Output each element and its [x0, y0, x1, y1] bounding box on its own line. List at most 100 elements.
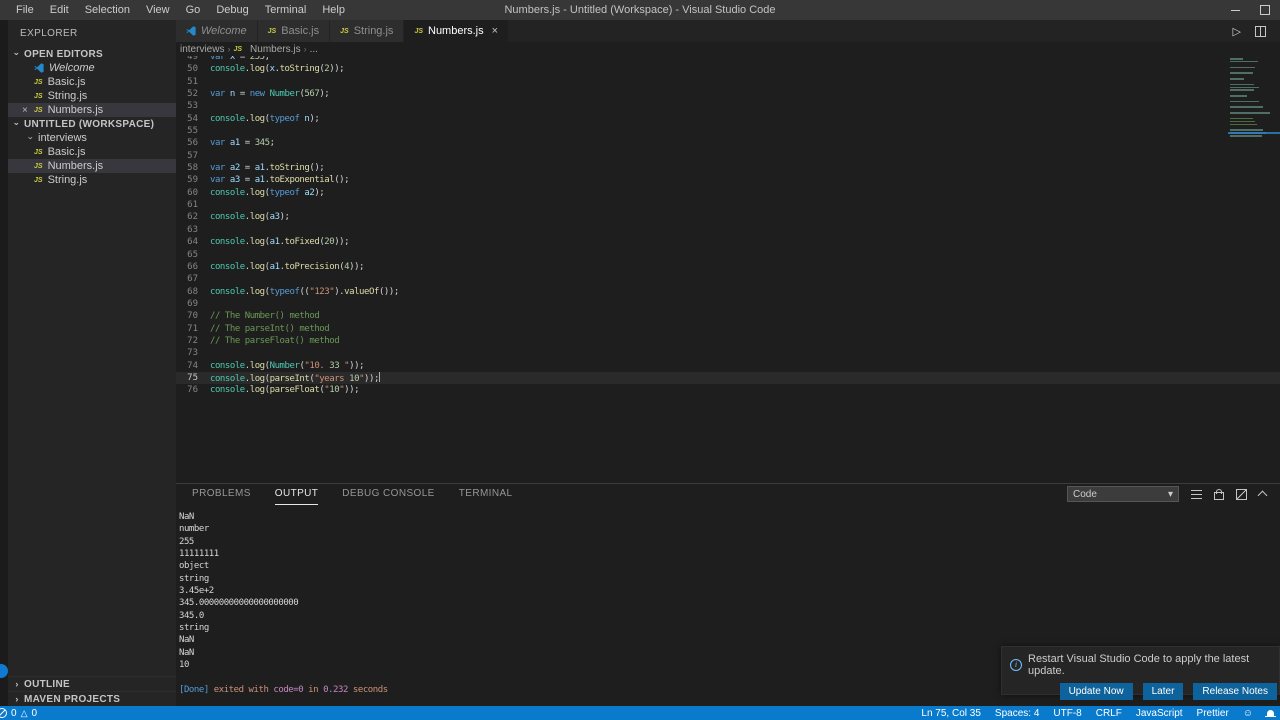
open-editor-basic-js[interactable]: JS Basic.js: [8, 75, 176, 89]
output-line: 3.45e+2: [179, 586, 214, 597]
workspace-header[interactable]: › UNTITLED (WORKSPACE): [8, 117, 176, 131]
status-spaces--4[interactable]: Spaces: 4: [995, 708, 1039, 719]
tab-welcome[interactable]: Welcome: [176, 20, 257, 42]
menu-help[interactable]: Help: [314, 0, 353, 20]
status-crlf[interactable]: CRLF: [1096, 708, 1122, 719]
breadcrumb-folder[interactable]: interviews: [180, 44, 224, 55]
code-line[interactable]: 69: [176, 298, 1280, 310]
run-button[interactable]: ▷: [1233, 25, 1241, 38]
code-line[interactable]: 68 console.log(typeof(("123").valueOf());: [176, 286, 1280, 298]
code-line[interactable]: 60 console.log(typeof a2);: [176, 187, 1280, 199]
token: log: [249, 373, 265, 384]
code-line[interactable]: 62 console.log(a3);: [176, 211, 1280, 223]
feedback-smiley-icon[interactable]: ☺: [1243, 708, 1253, 719]
bell-icon[interactable]: [1265, 710, 1276, 717]
code-line[interactable]: 72 // The parseFloat() method: [176, 335, 1280, 347]
section-label: MAVEN PROJECTS: [24, 693, 121, 705]
restore-icon[interactable]: [1250, 0, 1280, 20]
menu-selection[interactable]: Selection: [77, 0, 138, 20]
section-maven-projects[interactable]: › MAVEN PROJECTS: [8, 691, 176, 706]
status-prettier[interactable]: Prettier: [1197, 708, 1229, 719]
clear-output-icon[interactable]: [1236, 488, 1247, 500]
tab-string-js[interactable]: JS String.js: [330, 20, 404, 42]
code-line[interactable]: 56 var a1 = 345;: [176, 137, 1280, 149]
line-number: 72: [187, 335, 198, 346]
menu-terminal[interactable]: Terminal: [257, 0, 315, 20]
text-cursor: [378, 371, 380, 382]
maximize-panel-icon[interactable]: [1257, 490, 1268, 501]
code-line[interactable]: 57: [176, 150, 1280, 162]
code-line[interactable]: 55: [176, 125, 1280, 137]
folder-interviews[interactable]: › interviews: [8, 131, 176, 145]
code-line[interactable]: 74 console.log(Number("10. 33 "));: [176, 360, 1280, 372]
status-utf-8[interactable]: UTF-8: [1053, 708, 1081, 719]
close-icon[interactable]: ×: [492, 25, 498, 37]
minimap[interactable]: [1228, 56, 1280, 176]
code-line[interactable]: 73: [176, 347, 1280, 359]
open-log-file-icon[interactable]: [1191, 489, 1202, 499]
minimap-line: [1230, 77, 1244, 80]
split-editor-icon[interactable]: [1255, 25, 1266, 37]
menu-debug[interactable]: Debug: [208, 0, 256, 20]
minimap-line: [1230, 117, 1254, 120]
problems-status[interactable]: 0 △ 0: [0, 708, 37, 719]
code-line[interactable]: 66 console.log(a1.toPrecision(4));: [176, 261, 1280, 273]
menu-edit[interactable]: Edit: [42, 0, 77, 20]
code-line[interactable]: 53: [176, 100, 1280, 112]
lock-scroll-icon[interactable]: [1214, 489, 1224, 500]
code-line[interactable]: 61: [176, 199, 1280, 211]
code-line[interactable]: 65: [176, 249, 1280, 261]
open-editors-header[interactable]: › OPEN EDITORS: [8, 47, 176, 61]
code-line[interactable]: 71 // The parseInt() method: [176, 323, 1280, 335]
editor-actions: ▷: [1233, 20, 1280, 42]
menu-file[interactable]: File: [8, 0, 42, 20]
breadcrumb[interactable]: interviews › JS Numbers.js › ...: [176, 42, 1280, 56]
code-line[interactable]: 58 var a2 = a1.toString();: [176, 162, 1280, 174]
code-editor[interactable]: 49 var x = 255; 50 console.log(x.toString(2…: [176, 56, 1280, 484]
breadcrumb-file[interactable]: Numbers.js: [250, 44, 301, 55]
close-icon[interactable]: ×: [22, 105, 34, 116]
output-channel-select[interactable]: Code ▾: [1067, 486, 1179, 502]
open-editor-string-js[interactable]: JS String.js: [8, 89, 176, 103]
token: code=0: [273, 684, 304, 695]
code-line[interactable]: 70 // The Number() method: [176, 310, 1280, 322]
code-line[interactable]: 50 console.log(x.toString(2));: [176, 63, 1280, 75]
panel-tab-output[interactable]: OUTPUT: [274, 484, 319, 505]
panel-tab-terminal[interactable]: TERMINAL: [459, 484, 513, 505]
code-line[interactable]: 63: [176, 224, 1280, 236]
panel-tab-debug-console[interactable]: DEBUG CONSOLE: [342, 484, 434, 505]
breadcrumb-symbol[interactable]: ...: [310, 44, 318, 55]
file-basic-js[interactable]: JS Basic.js: [8, 145, 176, 159]
status-javascript[interactable]: JavaScript: [1136, 708, 1183, 719]
code-line[interactable]: 51: [176, 76, 1280, 88]
minimize-icon[interactable]: [1220, 0, 1250, 20]
token: // The Number() method: [210, 311, 320, 322]
code-line[interactable]: 49 var x = 255;: [176, 56, 1280, 63]
minimap-line: [1230, 95, 1247, 97]
later-button[interactable]: Later: [1142, 683, 1184, 700]
tab-basic-js[interactable]: JS Basic.js: [257, 20, 330, 42]
release-notes-button[interactable]: Release Notes: [1193, 683, 1277, 700]
update-now-button[interactable]: Update Now: [1059, 683, 1133, 700]
code-line[interactable]: 67: [176, 273, 1280, 285]
token: ;: [264, 56, 270, 62]
code-line[interactable]: 64 console.log(a1.toFixed(20));: [176, 236, 1280, 248]
code-line[interactable]: 52 var n = new Number(567);: [176, 88, 1280, 100]
notification-message: Restart Visual Studio Code to apply the …: [1028, 653, 1250, 677]
panel-tab-problems[interactable]: PROBLEMS: [192, 484, 251, 505]
output-line: object: [179, 561, 209, 572]
open-editor-numbers-js[interactable]: × JS Numbers.js: [8, 103, 176, 117]
code-line[interactable]: 76 console.log(parseFloat("10"));: [176, 384, 1280, 396]
menu-go[interactable]: Go: [178, 0, 209, 20]
status-ln-75--col-35[interactable]: Ln 75, Col 35: [921, 708, 981, 719]
tab-label: String.js: [353, 25, 394, 37]
file-string-js[interactable]: JS String.js: [8, 173, 176, 187]
code-line[interactable]: 59 var a3 = a1.toExponential();: [176, 174, 1280, 186]
code-line[interactable]: 54 console.log(typeof n);: [176, 113, 1280, 125]
open-editor-welcome[interactable]: Welcome: [8, 61, 176, 75]
tab-numbers-js[interactable]: JS Numbers.js ×: [404, 20, 509, 42]
menu-view[interactable]: View: [138, 0, 178, 20]
code-line[interactable]: 75 console.log(parseInt("years 10"));: [176, 371, 1280, 385]
file-numbers-js[interactable]: JS Numbers.js: [8, 159, 176, 173]
section-outline[interactable]: › OUTLINE: [8, 676, 176, 691]
